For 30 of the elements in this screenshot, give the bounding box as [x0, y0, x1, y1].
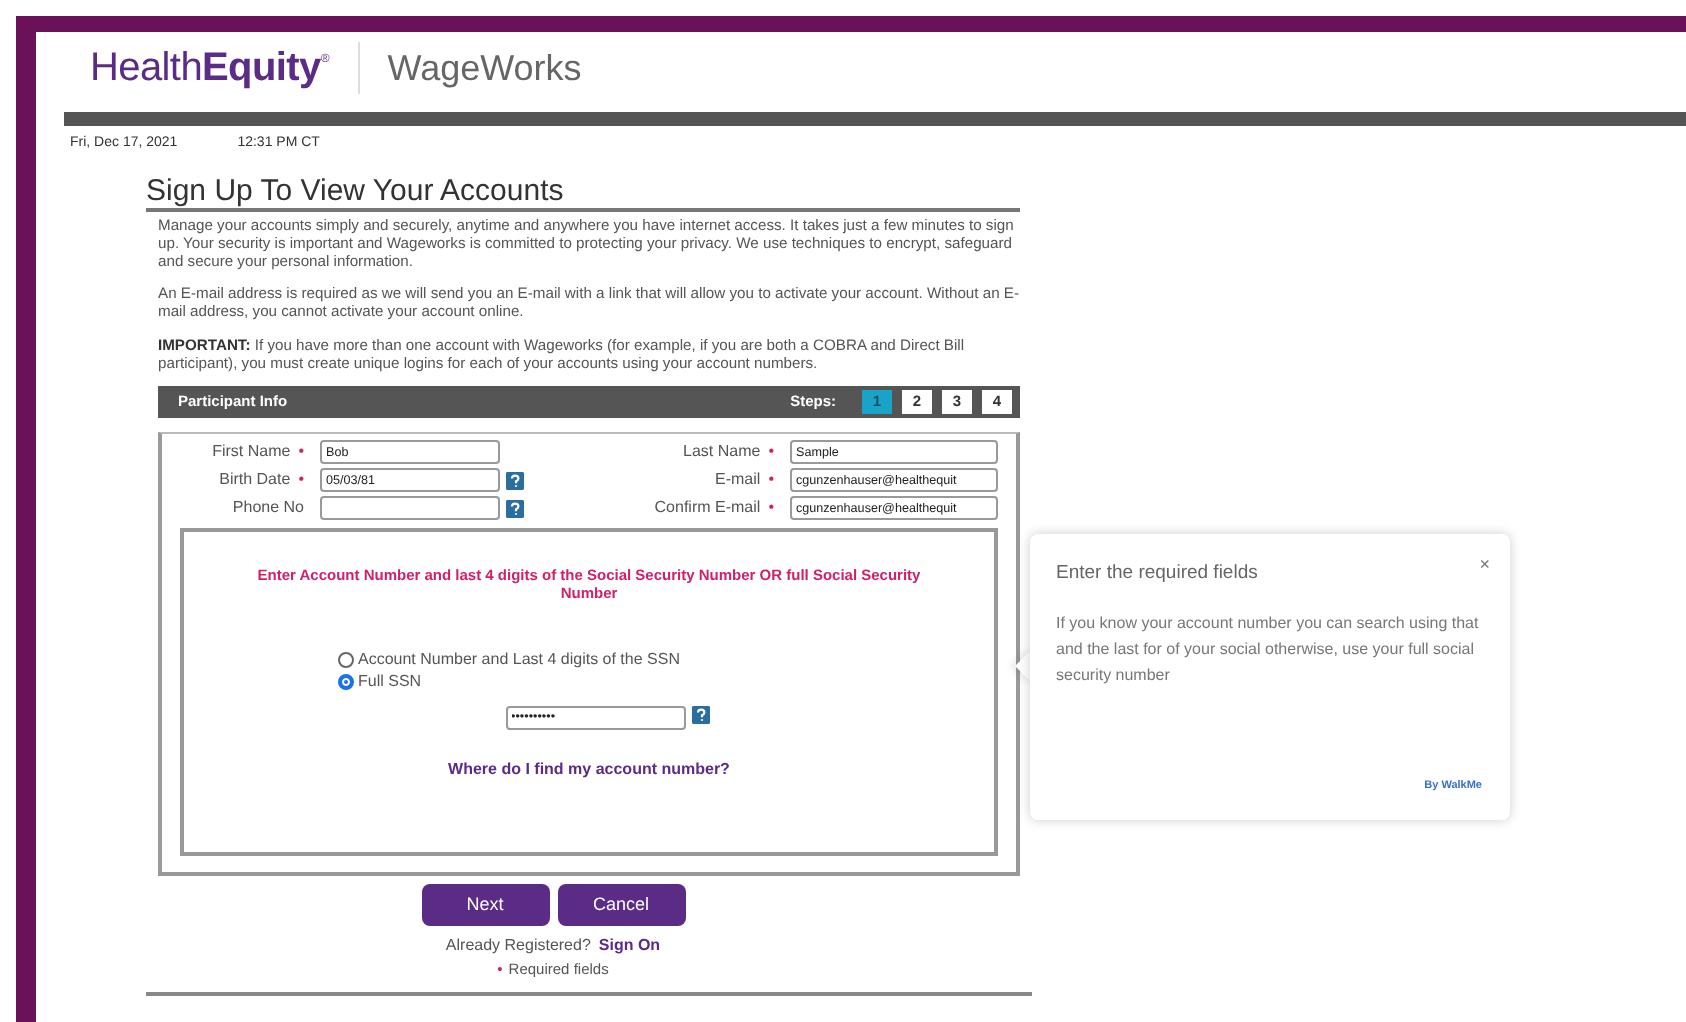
- radio-option[interactable]: Account Number and Last 4 digits of the SSN: [338, 649, 680, 672]
- next-button[interactable]: Next: [421, 883, 549, 926]
- help-icon[interactable]: [691, 705, 709, 724]
- radio-option[interactable]: Full SSN: [338, 671, 680, 694]
- help-icon[interactable]: [506, 499, 524, 518]
- required-mark: •: [298, 440, 304, 465]
- required-mark: •: [768, 440, 774, 465]
- field-label: First Name: [212, 440, 291, 465]
- page-title: Sign Up To View Your Accounts: [146, 173, 1020, 211]
- field-label: Birth Date: [219, 468, 291, 493]
- radio-button[interactable]: [338, 652, 354, 669]
- field-label: E-mail: [715, 468, 761, 493]
- radio-button[interactable]: [338, 674, 354, 691]
- cancel-button[interactable]: Cancel: [557, 883, 685, 926]
- field-label: Last Name: [683, 440, 761, 465]
- required-mark: •: [298, 468, 304, 493]
- required-mark: •: [768, 468, 774, 493]
- help-icon[interactable]: [506, 471, 524, 490]
- close-button[interactable]: ×: [1479, 552, 1490, 579]
- sign-on-link[interactable]: Sign On: [598, 933, 661, 958]
- tooltip-text: If you know your account number you can search using that and the last for of your social otherwise, use your full social security number: [1056, 612, 1481, 689]
- required-mark: •: [768, 496, 774, 521]
- brand-logo: HealthEquity: [90, 44, 321, 94]
- field-label: Confirm E-mail: [654, 496, 761, 521]
- partner-logo: WageWorks: [387, 45, 582, 92]
- field-label: Phone No: [232, 496, 304, 521]
- tooltip-title: Enter the required fields: [1056, 560, 1260, 588]
- registered-text: Already Registered?: [445, 933, 591, 958]
- help-link[interactable]: Where do I find my account number?: [448, 757, 730, 782]
- text-field[interactable]: [320, 496, 500, 521]
